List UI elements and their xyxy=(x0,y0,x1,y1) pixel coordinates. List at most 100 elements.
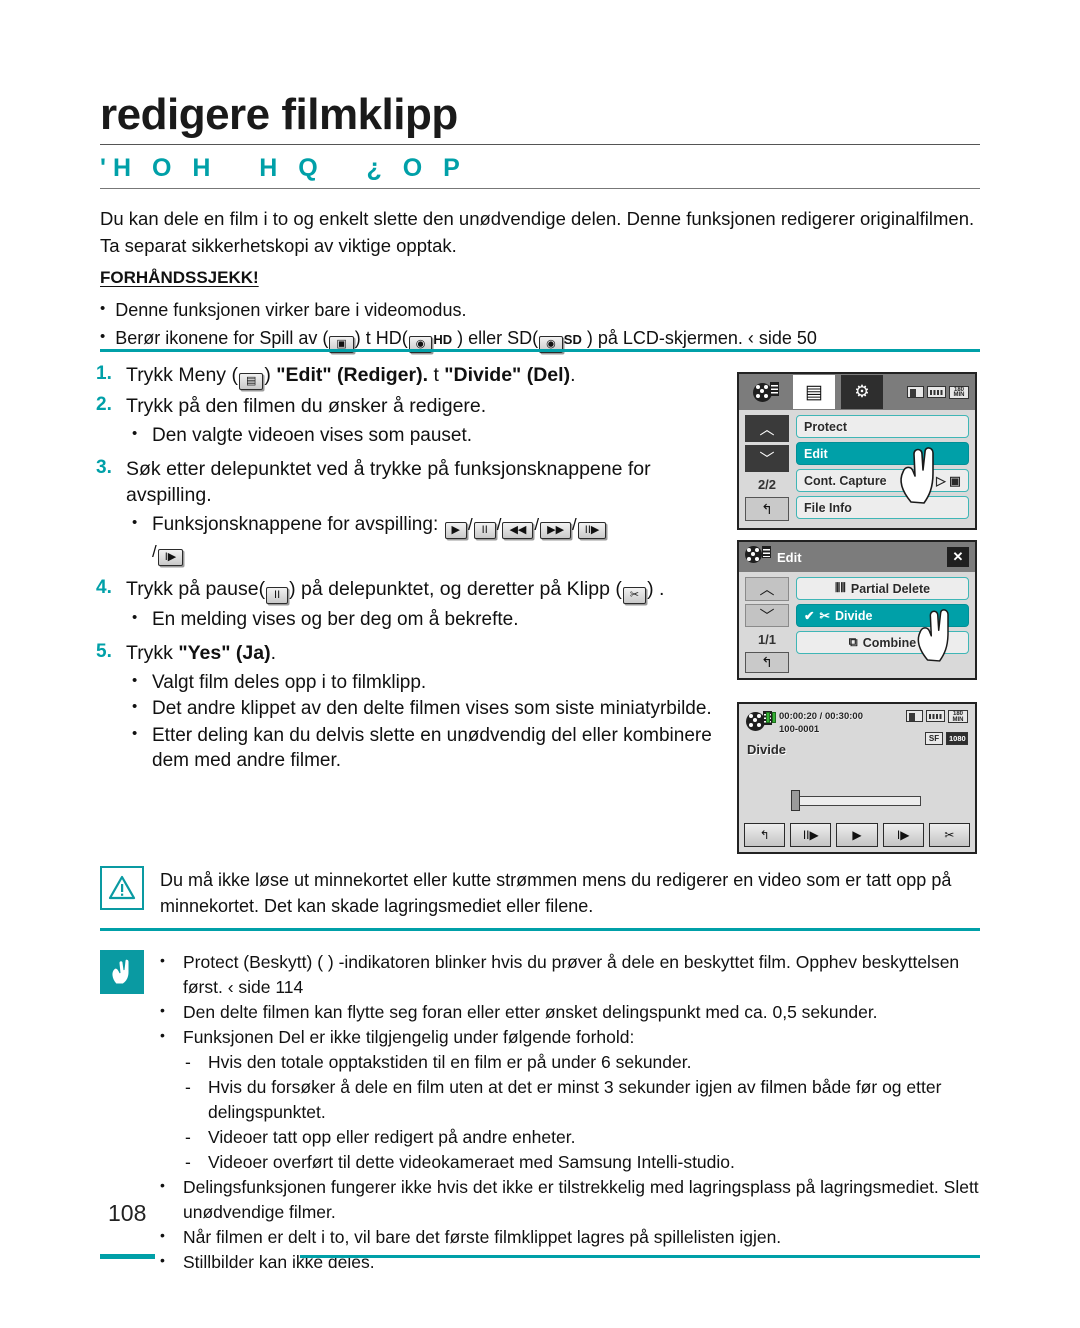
step-1: 1. Trykk Meny (▤) "Edit" (Rediger). t "D… xyxy=(96,362,726,390)
dash-icon: - xyxy=(185,1052,191,1073)
menu-item-label: Cont. Capture xyxy=(804,473,887,488)
tab-file-menu[interactable]: ▤ xyxy=(793,375,835,409)
menu-item-label: File Info xyxy=(804,500,852,515)
precheck-list: • Denne funksjonen virker bare i videomo… xyxy=(100,297,980,353)
scroll-up-button[interactable]: ︿ xyxy=(745,577,789,601)
precheck-heading: FORHÅNDSSJEKK! xyxy=(100,268,259,287)
caution-divider xyxy=(100,928,980,931)
menu-item-combine[interactable]: ⧉ Combine xyxy=(796,631,969,654)
note-list: • Protect (Beskytt) ( ) -indikatoren bli… xyxy=(160,950,980,1275)
forward-key-icon: ▶▶ xyxy=(540,522,572,539)
frame-back-button[interactable]: II▶ xyxy=(790,823,832,847)
tab-settings[interactable]: ⚙ xyxy=(841,375,883,409)
play-key-icon: ▶ xyxy=(444,522,467,539)
dash-icon: - xyxy=(185,1127,191,1148)
note-text: Hvis den totale opptakstiden til en film… xyxy=(208,1052,692,1073)
note-text: Den delte filmen kan flytte seg foran el… xyxy=(183,1002,878,1023)
sub-text: Det andre klippet av den delte filmen vi… xyxy=(152,698,712,720)
menu-item-file-info[interactable]: File Info xyxy=(796,496,969,519)
timecode: 00:00:20 / 00:30:00 xyxy=(779,711,863,722)
note-text: Når filmen er delt i to, vil bare det fø… xyxy=(183,1227,782,1248)
lcd-edit-body: ︿ ﹀ 1/1 ↰ ⦀⦀ Partial Delete ✔ ✂ Divide ⧉… xyxy=(739,572,975,678)
bullet-icon: • xyxy=(132,514,138,531)
play-button[interactable]: ▶ xyxy=(836,823,878,847)
menu-item-protect[interactable]: Protect xyxy=(796,415,969,438)
bullet-icon: • xyxy=(160,952,165,968)
scroll-down-button[interactable]: ﹀ xyxy=(745,445,789,472)
step-4-sub-1: • En melding vises og ber deg om å bekre… xyxy=(132,607,726,632)
menu-item-divide[interactable]: ✔ ✂ Divide xyxy=(796,604,969,627)
back-button[interactable]: ↰ xyxy=(745,497,789,521)
title-divider xyxy=(100,144,980,146)
note-text: Protect (Beskytt) ( ) -indikatoren blink… xyxy=(183,952,960,998)
menu-item-label: Edit xyxy=(804,446,828,461)
page-indicator: 1/1 xyxy=(757,632,777,648)
menu-item-partial-delete[interactable]: ⦀⦀ Partial Delete xyxy=(796,577,969,600)
note-text: Hvis du forsøker å dele en film uten at … xyxy=(208,1077,942,1123)
step1-mid: t xyxy=(428,364,445,386)
note-item: • Den delte filmen kan flytte seg foran … xyxy=(160,1000,980,1025)
film-reel-icon xyxy=(753,381,779,403)
scroll-down-button[interactable]: ﹀ xyxy=(745,603,789,628)
playback-button-row: ↰ II▶ ▶ I▶ ✂ xyxy=(744,823,971,847)
sd-label: SD xyxy=(563,331,582,347)
subtitle-divider xyxy=(100,188,980,190)
warning-icon xyxy=(100,866,144,910)
lcd-nav-column: ︿ ﹀ 2/2 ↰ xyxy=(744,415,790,523)
step1-post: ) xyxy=(264,364,277,386)
intro-paragraph: Du kan dele en film i to og enkelt slett… xyxy=(100,208,975,257)
step-text: Trykk Meny (▤) "Edit" (Rediger). t "Divi… xyxy=(126,362,726,390)
menu-item-cont-capture[interactable]: Cont. Capture ▷ ▣ xyxy=(796,469,969,492)
playback-timeline[interactable] xyxy=(796,796,921,806)
lcd-screen-divide: 00:00:20 / 00:30:00 100-0001 180 MIN SF … xyxy=(737,702,977,854)
step4-tail: ) . xyxy=(647,578,665,600)
back-button[interactable]: ↰ xyxy=(745,652,789,673)
note-item: • Protect (Beskytt) ( ) -indikatoren bli… xyxy=(160,950,980,1000)
frame-forward-key-icon: I▶ xyxy=(157,549,184,566)
precheck-text-mid1: ) t HD( xyxy=(354,327,408,348)
bullet-icon: • xyxy=(160,1227,165,1244)
precheck-text-end: ) på LCD-skjermen. ‹ side 50 xyxy=(581,327,817,348)
lcd-screen-menu: ▤ ⚙ 180 MIN ︿ ﹀ 2/2 ↰ Protect Edit Cont.… xyxy=(737,372,977,530)
note-text: Stillbilder kan ikke deles. xyxy=(183,1252,375,1273)
sub-text: En melding vises og ber deg om å bekreft… xyxy=(152,609,519,630)
note-item: • Stillbilder kan ikke deles. xyxy=(160,1250,980,1275)
bullet-icon: • xyxy=(132,698,138,716)
accent-divider xyxy=(100,349,980,352)
bullet-icon: • xyxy=(132,671,138,689)
note-subitem: - Hvis du forsøker å dele en film uten a… xyxy=(185,1075,980,1125)
key-separator: / xyxy=(496,515,502,534)
timecode-block: 00:00:20 / 00:30:00 100-0001 xyxy=(779,711,863,737)
step1-pre: Trykk Meny ( xyxy=(126,364,238,386)
file-number: 100-0001 xyxy=(779,723,820,735)
step-3: 3. Søk etter delepunktet ved å trykke på… xyxy=(96,456,726,509)
hd-label: HD xyxy=(433,331,453,347)
footer-divider xyxy=(300,1255,980,1258)
page-header: redigere filmklipp 'H O H H Q ¿ O P xyxy=(100,91,980,190)
sub-text: Den valgte videoen vises som pauset. xyxy=(152,424,473,446)
pause-key-icon: II xyxy=(473,522,496,539)
recording-time-icon: 180 MIN xyxy=(949,385,969,399)
step5-tail: . xyxy=(270,642,276,665)
timeline-handle[interactable] xyxy=(791,790,800,811)
note-text: Videoer tatt opp eller redigert på andre… xyxy=(208,1127,576,1148)
step4-mid: ) på delepunktet, og deretter på Klipp ( xyxy=(289,578,622,600)
menu-item-edit[interactable]: Edit xyxy=(796,442,969,465)
lcd-menu-items: Protect Edit Cont. Capture ▷ ▣ File Info xyxy=(796,415,969,523)
page-subtitle: 'H O H H Q ¿ O P xyxy=(100,154,467,183)
clip-scissors-button[interactable]: ✂ xyxy=(928,823,971,847)
scroll-up-button[interactable]: ︿ xyxy=(745,415,789,442)
tab-playback[interactable] xyxy=(745,375,787,409)
gear-icon: ⚙ xyxy=(854,382,870,401)
step1-bold-edit: "Edit" (Rediger). xyxy=(276,364,429,386)
quality-icon: SF xyxy=(925,732,943,745)
battery-icon xyxy=(927,386,946,398)
frame-forward-button[interactable]: I▶ xyxy=(882,823,924,847)
back-button[interactable]: ↰ xyxy=(744,823,786,847)
note-box: • Protect (Beskytt) ( ) -indikatoren bli… xyxy=(100,950,980,1275)
bullet-icon: • xyxy=(132,724,138,742)
close-icon[interactable]: ✕ xyxy=(947,547,969,567)
note-subitem: - Videoer overført til dette videokamera… xyxy=(185,1150,980,1175)
bullet-icon: • xyxy=(160,1177,165,1194)
note-text: Delingsfunksjonen fungerer ikke hvis det… xyxy=(183,1177,979,1223)
